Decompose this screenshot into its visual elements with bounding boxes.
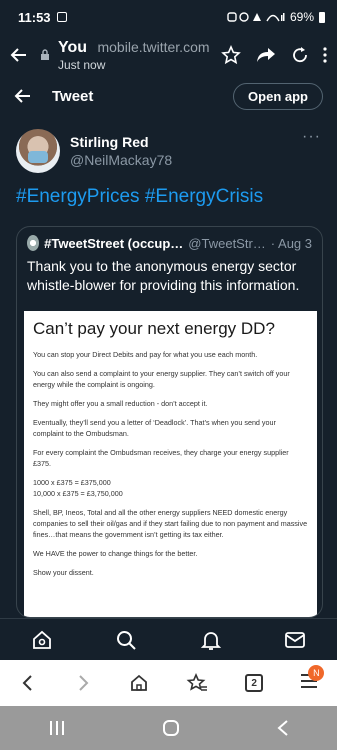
tweet-hashtags[interactable]: #EnergyPrices #EnergyCrisis	[16, 186, 321, 208]
page-url: mobile.twitter.com	[97, 38, 210, 55]
clock: 11:53	[18, 9, 51, 25]
avatar[interactable]	[16, 129, 60, 173]
author-name[interactable]: Stirling Red	[70, 134, 172, 150]
home-icon[interactable]	[129, 673, 149, 693]
status-bar: 11:53 69%	[0, 0, 337, 34]
mail-icon[interactable]	[284, 629, 306, 651]
refresh-icon[interactable]	[291, 46, 309, 64]
nav-forward-icon[interactable]	[74, 674, 92, 692]
quoted-text: Thank you to the anonymous energy sector…	[27, 258, 300, 293]
document-paragraph: Eventually, they’ll send you a letter of…	[33, 418, 276, 438]
bell-icon[interactable]	[200, 629, 222, 651]
more-options-icon[interactable]: ···	[302, 128, 321, 146]
menu-badge: N	[308, 664, 325, 681]
document-paragraph: You can also send a complaint to your en…	[33, 369, 290, 389]
lock-icon	[38, 49, 52, 61]
tweet-header-title: Tweet	[52, 87, 94, 105]
twitter-bottom-nav	[0, 618, 337, 660]
system-nav-bar	[0, 706, 337, 750]
browser-toolbar: You mobile.twitter.com Just now	[0, 34, 337, 76]
quoted-author-handle: @TweetStr…	[188, 235, 266, 251]
star-icon[interactable]	[221, 45, 241, 65]
tweet-back-button[interactable]	[0, 87, 46, 105]
tabs-button[interactable]: 2	[245, 674, 264, 692]
page-subtitle: Just now	[58, 57, 106, 72]
author-handle[interactable]: @NeilMackay78	[70, 152, 172, 168]
document-paragraph: 1000 x £375 = £375,000 10,000 x £375 = £…	[33, 478, 123, 498]
home-circle-icon[interactable]	[161, 718, 181, 738]
battery-percent: 69%	[289, 10, 314, 24]
tweet-author: Stirling Red @NeilMackay78 ···	[16, 128, 321, 174]
home-icon[interactable]	[31, 629, 53, 651]
quoted-author-name: #TweetStreet (occup…	[44, 235, 184, 251]
tweet-header: Tweet Open app	[0, 76, 337, 116]
document-paragraph: You can stop your Direct Debits and pay …	[33, 350, 258, 359]
open-app-button[interactable]: Open app	[233, 82, 323, 110]
page-title: You	[58, 38, 88, 56]
browser-bottom-nav: 2 N	[0, 660, 337, 706]
document-paragraph: For every complaint the Ombudsman receiv…	[33, 448, 289, 468]
search-icon[interactable]	[115, 629, 137, 651]
gallery-notification-icon	[56, 12, 67, 22]
browser-back-button[interactable]	[0, 45, 38, 65]
system-back-icon[interactable]	[276, 719, 290, 737]
document-title: Can’t pay your next energy DD?	[33, 319, 275, 338]
menu-button[interactable]: N	[300, 664, 325, 694]
document-paragraph: Shell, BP, Ineos, Total and all the othe…	[33, 508, 308, 539]
quoted-tweet[interactable]: #TweetStreet (occup… @TweetStr… · Aug 3 …	[16, 226, 323, 618]
quoted-avatar	[27, 235, 40, 251]
document-paragraph: They might offer you a small reduction -…	[33, 399, 208, 408]
battery-icon	[319, 11, 325, 23]
arrow-left-icon	[14, 89, 30, 103]
more-vert-icon[interactable]	[323, 47, 327, 63]
nav-back-icon[interactable]	[19, 674, 37, 692]
bookmark-star-icon[interactable]	[186, 673, 208, 693]
arrow-left-icon	[10, 48, 26, 62]
address-area[interactable]: You mobile.twitter.com Just now	[58, 39, 210, 72]
document-paragraph: Show your dissent.	[33, 568, 94, 577]
quoted-image-document[interactable]: Can’t pay your next energy DD? You can s…	[24, 311, 317, 617]
quoted-date: · Aug 3	[270, 235, 312, 251]
notification-icons	[227, 12, 285, 22]
document-paragraph: We HAVE the power to change things for t…	[33, 549, 198, 558]
recents-icon[interactable]	[47, 719, 67, 737]
share-icon[interactable]	[255, 45, 277, 65]
